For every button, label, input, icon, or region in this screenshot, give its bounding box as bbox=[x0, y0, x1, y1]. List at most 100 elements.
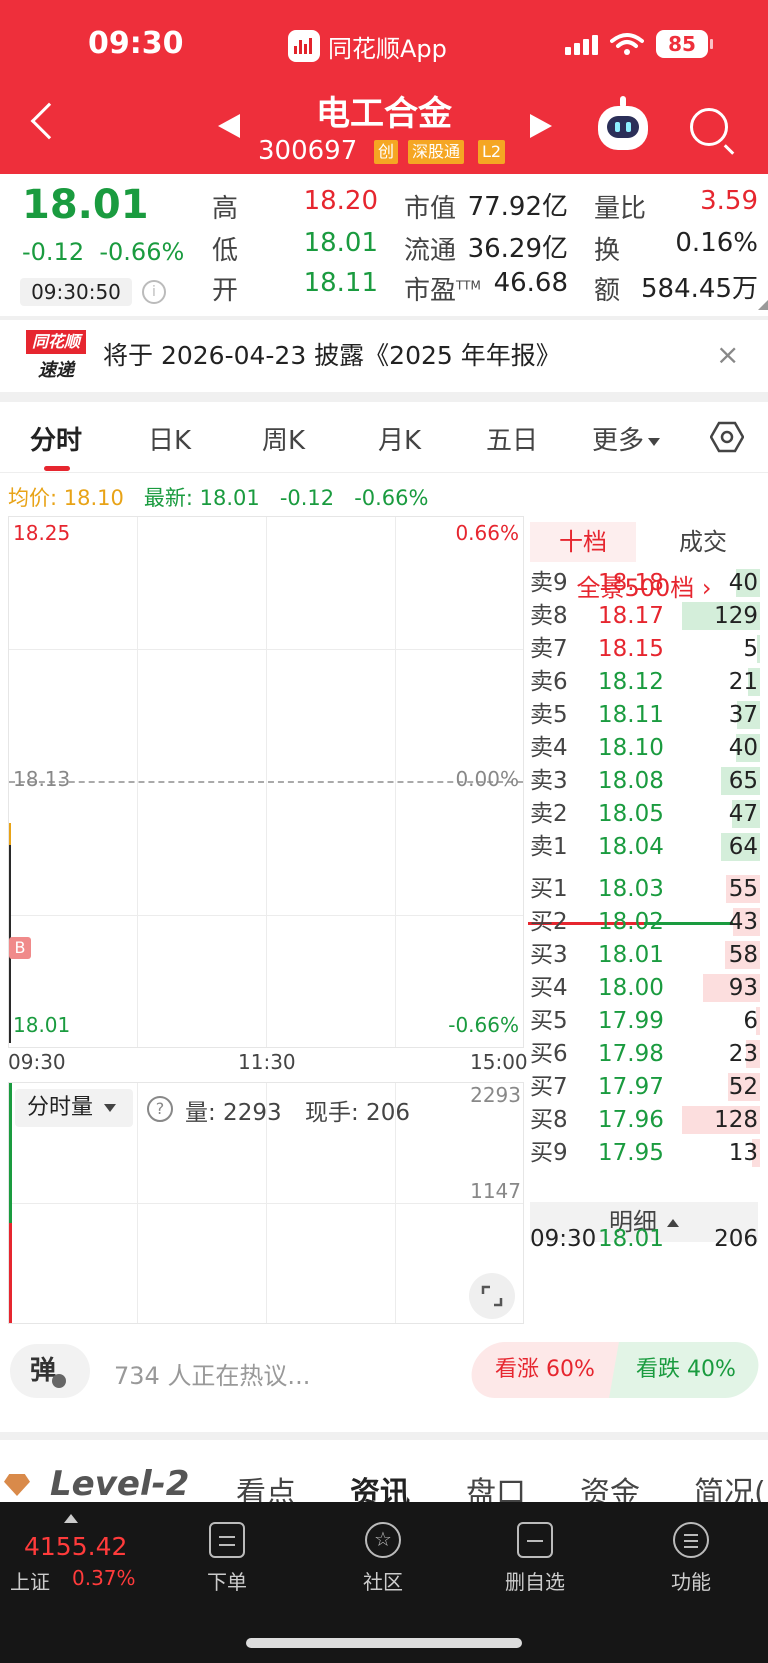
tab-five-day[interactable]: 五日 bbox=[486, 420, 538, 457]
ask-row[interactable]: 卖4 18.10 40 bbox=[528, 731, 760, 765]
bid-row[interactable]: 买5 17.99 6 bbox=[528, 1004, 760, 1038]
float-value: 36.29亿 bbox=[467, 234, 568, 264]
price-line bbox=[9, 823, 11, 1043]
bid-row[interactable]: 买9 17.95 13 bbox=[528, 1136, 760, 1170]
ask-row[interactable]: 卖2 18.05 47 bbox=[528, 797, 760, 831]
volume-type-dropdown[interactable]: 分时量 bbox=[15, 1089, 133, 1127]
discussion-prompt[interactable]: 734 人正在热议... bbox=[114, 1356, 310, 1391]
pct-axis-mid: 0.00% bbox=[455, 767, 519, 791]
bid-volume: 128 bbox=[714, 1107, 758, 1133]
status-app-name: 同花顺App bbox=[328, 34, 447, 63]
ask-price: 18.18 bbox=[598, 570, 664, 596]
turnover-value: 0.16% bbox=[675, 228, 758, 258]
ask-level-label: 卖6 bbox=[530, 669, 568, 695]
ask-row[interactable]: 卖3 18.08 65 bbox=[528, 764, 760, 798]
bid-level-label: 买8 bbox=[530, 1107, 568, 1133]
tab-more[interactable]: 更多 bbox=[592, 420, 661, 457]
bid-row[interactable]: 买7 17.97 52 bbox=[528, 1070, 760, 1104]
tab-ten-level[interactable]: 十档 bbox=[530, 522, 636, 562]
ask-price: 18.17 bbox=[598, 603, 664, 629]
index-name: 上证 bbox=[10, 1570, 50, 1594]
tag-level2: L2 bbox=[478, 140, 506, 164]
bid-row[interactable]: 买6 17.98 23 bbox=[528, 1037, 760, 1071]
nav-place-order[interactable]: 下单 bbox=[172, 1522, 282, 1595]
volume-chart[interactable]: 分时量 ? 量: 2293 现手: 206 2293 1147 bbox=[8, 1082, 524, 1324]
ask-volume: 40 bbox=[728, 570, 758, 596]
tab-intraday[interactable]: 分时 bbox=[30, 420, 82, 457]
battery-icon: 85 bbox=[656, 30, 713, 58]
tab-level2[interactable]: Level-2 bbox=[50, 1464, 189, 1504]
status-icons: 85 bbox=[565, 30, 713, 58]
danmaku-toggle-button[interactable]: 弹 bbox=[10, 1344, 90, 1398]
search-icon[interactable] bbox=[690, 108, 728, 146]
latest-price-label: 最新: 18.01 bbox=[143, 486, 260, 510]
time-axis-end: 15:00 bbox=[470, 1050, 528, 1074]
divider bbox=[0, 472, 768, 473]
bid-row[interactable]: 买2 18.02 43 bbox=[528, 905, 760, 939]
current-hand-label: 现手: 206 bbox=[305, 1100, 410, 1126]
bid-level-label: 买3 bbox=[530, 942, 568, 968]
ask-row[interactable]: 卖6 18.12 21 bbox=[528, 665, 760, 699]
intraday-chart[interactable]: 18.25 18.13 18.01 0.66% 0.00% -0.66% B bbox=[8, 516, 524, 1048]
ask-row[interactable]: 卖5 18.11 37 bbox=[528, 698, 760, 732]
ask-price: 18.12 bbox=[598, 669, 664, 695]
bid-price: 18.00 bbox=[598, 975, 664, 1001]
stock-code: 300697 bbox=[258, 136, 358, 166]
tab-weekly-k[interactable]: 周K bbox=[262, 420, 305, 457]
ask-price: 18.15 bbox=[598, 636, 664, 662]
quote-time: 09:30:50 bbox=[20, 278, 132, 306]
vote-bullish-button[interactable]: 看涨 60% bbox=[467, 1342, 623, 1398]
assistant-robot-icon[interactable] bbox=[598, 96, 648, 150]
ask-level-label: 卖1 bbox=[530, 834, 568, 860]
ask-level-label: 卖2 bbox=[530, 801, 568, 827]
ask-row[interactable]: 卖9 18.18 40 bbox=[528, 566, 760, 600]
wifi-icon bbox=[610, 33, 644, 55]
nav-remove-watchlist[interactable]: 删自选 bbox=[480, 1522, 590, 1595]
diamond-icon bbox=[4, 1474, 30, 1496]
close-icon[interactable]: × bbox=[716, 338, 739, 371]
info-icon[interactable]: i bbox=[142, 280, 166, 304]
nav-functions[interactable]: 功能 bbox=[636, 1522, 746, 1595]
ask-row[interactable]: 卖8 18.17 129 bbox=[528, 599, 760, 633]
help-icon[interactable]: ? bbox=[147, 1096, 173, 1122]
settings-hex-icon[interactable] bbox=[710, 420, 744, 454]
ask-row[interactable]: 卖7 18.15 5 bbox=[528, 632, 760, 666]
fullscreen-icon[interactable] bbox=[469, 1273, 515, 1319]
announcement-banner-text[interactable]: 将于 2026-04-23 披露《2025 年年报》 bbox=[103, 336, 561, 372]
nav-community[interactable]: ☆ 社区 bbox=[328, 1522, 438, 1595]
vote-bearish-button[interactable]: 看跌 40% bbox=[609, 1342, 763, 1398]
ask-level-label: 卖8 bbox=[530, 603, 568, 629]
time-axis-mid: 11:30 bbox=[238, 1050, 296, 1074]
home-indicator[interactable] bbox=[246, 1638, 522, 1648]
status-app-indicator[interactable]: 同花顺App bbox=[288, 28, 447, 64]
bid-row[interactable]: 买4 18.00 93 bbox=[528, 971, 760, 1005]
star-badge-icon: ☆ bbox=[365, 1522, 401, 1558]
tab-active-indicator bbox=[44, 466, 70, 471]
tab-monthly-k[interactable]: 月K bbox=[378, 420, 421, 457]
price-change: -0.12 -0.66% bbox=[22, 238, 184, 266]
latest-change: -0.12 bbox=[279, 486, 335, 510]
pe-value: 46.68 bbox=[493, 268, 568, 298]
cellular-signal-icon bbox=[565, 33, 598, 55]
expand-corner-icon[interactable] bbox=[758, 300, 768, 310]
amount-label: 额 bbox=[594, 276, 621, 306]
bid-level-label: 买4 bbox=[530, 975, 568, 1001]
ask-price: 18.08 bbox=[598, 768, 664, 794]
buy-marker-badge[interactable]: B bbox=[9, 937, 31, 959]
bid-price: 17.98 bbox=[598, 1041, 664, 1067]
ask-volume: 65 bbox=[728, 768, 758, 794]
bid-row[interactable]: 买1 18.03 55 bbox=[528, 872, 760, 906]
pct-axis-bottom: -0.66% bbox=[448, 1013, 519, 1037]
next-stock-icon[interactable] bbox=[530, 114, 552, 138]
tab-trades[interactable]: 成交 bbox=[650, 522, 756, 562]
index-value[interactable]: 4155.42 bbox=[24, 1532, 127, 1561]
ask-row[interactable]: 卖1 18.04 64 bbox=[528, 830, 760, 864]
bid-row[interactable]: 买3 18.01 58 bbox=[528, 938, 760, 972]
volume-label: 量: 2293 bbox=[185, 1100, 282, 1126]
bid-volume: 23 bbox=[728, 1041, 758, 1067]
document-icon bbox=[209, 1522, 245, 1558]
bid-row[interactable]: 买8 17.96 128 bbox=[528, 1103, 760, 1137]
y-axis-bottom: 18.01 bbox=[13, 1013, 71, 1037]
tab-daily-k[interactable]: 日K bbox=[148, 420, 191, 457]
low-label: 低 bbox=[212, 236, 239, 266]
